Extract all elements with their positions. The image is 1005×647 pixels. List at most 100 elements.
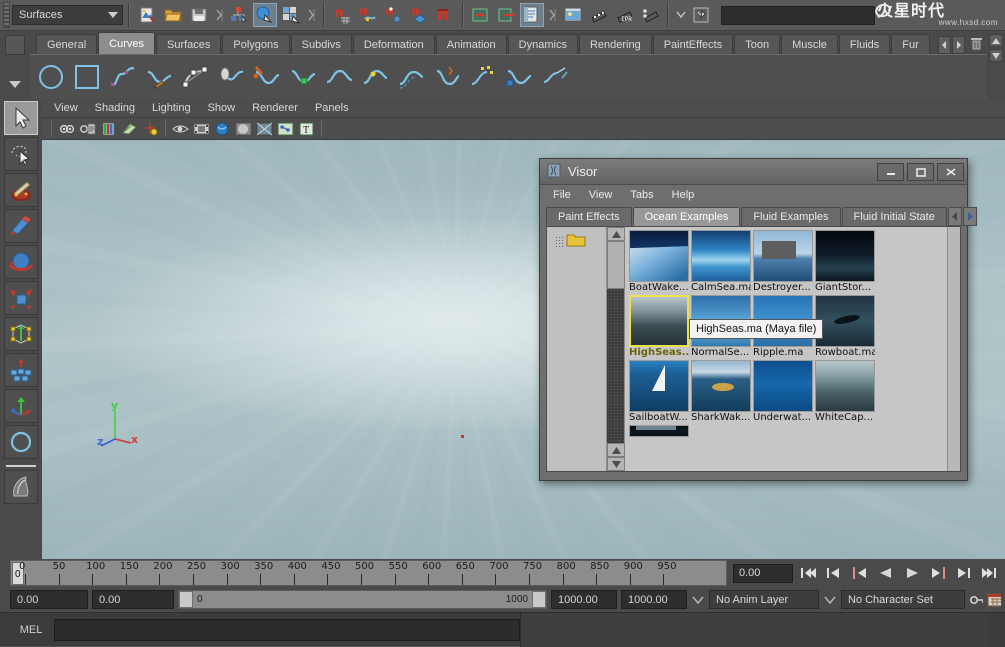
cv-curve-icon[interactable] (178, 60, 212, 94)
visor-menu-view[interactable]: View (589, 189, 613, 201)
shelf-tab-toon[interactable]: Toon (734, 34, 780, 54)
visor-thumbnail-grid[interactable]: BoatWake... CalmSea.ma Destroyer... Gian… (625, 227, 947, 471)
curve-fillet-icon[interactable] (322, 60, 356, 94)
play-backwards-icon[interactable] (874, 562, 897, 584)
select-tool[interactable] (4, 101, 38, 135)
circle-curve-icon[interactable] (34, 60, 68, 94)
pencil-curve-icon[interactable] (142, 60, 176, 94)
two-d-pan-zoom-icon[interactable] (141, 119, 160, 138)
step-back-keyframe-icon[interactable] (822, 562, 845, 584)
snap-to-grid-icon[interactable] (330, 3, 354, 27)
render-settings-icon[interactable] (639, 3, 663, 27)
visor-tree-scrollbar[interactable] (607, 227, 625, 471)
shelf-tab-fur[interactable]: Fur (891, 34, 930, 54)
universal-manipulator-tool[interactable] (4, 317, 38, 351)
play-forwards-icon[interactable] (900, 562, 923, 584)
scroll-down-icon[interactable] (607, 457, 625, 471)
visor-tab-ocean-examples[interactable]: Ocean Examples (633, 207, 741, 226)
new-scene-icon[interactable] (135, 3, 159, 27)
auto-keyframe-icon[interactable] (969, 590, 983, 609)
open-scene-icon[interactable] (161, 3, 185, 27)
visor-item-sharkwake[interactable]: SharkWak... (691, 360, 751, 424)
shelf-tab-polygons[interactable]: Polygons (222, 34, 289, 54)
soft-modification-tool[interactable] (4, 353, 38, 387)
shelf-tab-curves[interactable]: Curves (98, 32, 155, 54)
render-view-icon[interactable] (561, 3, 585, 27)
snap-to-projected-center-icon[interactable] (407, 3, 431, 27)
last-tool-used[interactable] (4, 425, 38, 459)
step-back-frame-icon[interactable] (848, 562, 871, 584)
visor-tree-root-row[interactable] (547, 227, 606, 250)
visor-tab-paint-effects[interactable]: Paint Effects (546, 207, 632, 226)
show-manipulator-tool[interactable] (4, 389, 38, 423)
step-forward-keyframe-icon[interactable] (952, 562, 975, 584)
go-to-start-icon[interactable] (796, 562, 819, 584)
character-set-selector[interactable]: No Character Set (841, 590, 965, 609)
animation-start-time-field[interactable]: 0.00 (10, 590, 88, 609)
chevron-down-icon[interactable] (9, 81, 21, 88)
shelf-tab-painteffects[interactable]: PaintEffects (653, 34, 734, 54)
shelf-tab-muscle[interactable]: Muscle (781, 34, 838, 54)
visor-item-highseas[interactable]: HighSeas.... (629, 295, 689, 359)
shelf-tab-subdivs[interactable]: Subdivs (291, 34, 352, 54)
detach-curve-icon[interactable] (286, 60, 320, 94)
move-tool[interactable] (4, 209, 38, 243)
xray-icon[interactable] (255, 119, 274, 138)
shelf-options-button[interactable] (5, 35, 25, 55)
visor-tab-fluid-initial-state[interactable]: Fluid Initial State (842, 207, 947, 226)
selection-mask-icon[interactable] (689, 3, 713, 27)
project-curve-icon[interactable] (538, 60, 572, 94)
insert-knot-icon[interactable] (358, 60, 392, 94)
range-end-time-field[interactable]: 1000.00 (551, 590, 617, 609)
visor-tab-fluid-examples[interactable]: Fluid Examples (741, 207, 840, 226)
xray-joints-icon[interactable] (276, 119, 295, 138)
rotate-tool[interactable] (4, 245, 38, 279)
arc-curve-icon[interactable] (214, 60, 248, 94)
render-setting-icon[interactable] (520, 3, 544, 27)
command-input[interactable] (54, 619, 520, 641)
shelf-tab-deformation[interactable]: Deformation (353, 34, 435, 54)
scale-tool[interactable] (4, 281, 38, 315)
visor-item-boatwake[interactable]: BoatWake... (629, 230, 689, 294)
panel-menu-lighting[interactable]: Lighting (152, 102, 191, 114)
shelf-tab-dynamics[interactable]: Dynamics (508, 34, 578, 54)
visor-menu-help[interactable]: Help (672, 189, 695, 201)
visor-window[interactable]: Visor File View Tabs Help Paint Effects … (539, 158, 968, 481)
panel-menu-shading[interactable]: Shading (95, 102, 135, 114)
visor-grid-scrollbar[interactable] (947, 227, 960, 471)
toolbar-collapse-arrow-3[interactable] (546, 3, 559, 27)
visor-item-sailboat[interactable]: SailboatW... (629, 360, 689, 424)
go-to-end-icon[interactable] (978, 562, 1001, 584)
resolution-gate-icon[interactable] (213, 119, 232, 138)
anim-layer-dropdown-icon[interactable] (691, 590, 705, 609)
folder-icon[interactable] (566, 232, 586, 250)
visor-item-partial[interactable] (629, 425, 689, 437)
toolbar-grip[interactable] (3, 2, 10, 28)
minimize-icon[interactable] (877, 163, 904, 181)
construction-history-out-icon[interactable] (495, 3, 519, 27)
visor-item-giantstorm[interactable]: GiantStor... (815, 230, 875, 294)
rebuild-curve-icon[interactable] (430, 60, 464, 94)
current-frame-field[interactable]: 0.00 (733, 564, 793, 583)
panel-menu-panels[interactable]: Panels (315, 102, 349, 114)
lasso-select-tool[interactable] (4, 137, 38, 171)
range-right-handle[interactable] (532, 591, 546, 608)
ep-curve-icon[interactable] (106, 60, 140, 94)
animation-preferences-icon[interactable] (987, 590, 1001, 609)
step-forward-frame-icon[interactable] (926, 562, 949, 584)
range-slider[interactable]: 0 1000 (178, 590, 547, 609)
snap-to-view-plane-icon[interactable] (433, 3, 457, 27)
scrollbar-track[interactable] (607, 289, 624, 443)
shelf-tab-animation[interactable]: Animation (436, 34, 507, 54)
visor-menu-file[interactable]: File (553, 189, 571, 201)
visor-item-destroyer[interactable]: Destroyer... (753, 230, 813, 294)
scroll-up-icon-2[interactable] (607, 443, 625, 457)
panel-menu-view[interactable]: View (54, 102, 78, 114)
grid-toggle-icon[interactable] (171, 119, 190, 138)
scroll-up-icon[interactable] (607, 227, 625, 241)
exposure-icon[interactable]: T (297, 119, 316, 138)
camera-attributes-icon[interactable] (78, 119, 97, 138)
ipr-render-icon[interactable]: IPR (613, 3, 637, 27)
selection-mask-dropdown-icon[interactable] (674, 3, 687, 27)
snap-to-curve-icon[interactable] (356, 3, 380, 27)
